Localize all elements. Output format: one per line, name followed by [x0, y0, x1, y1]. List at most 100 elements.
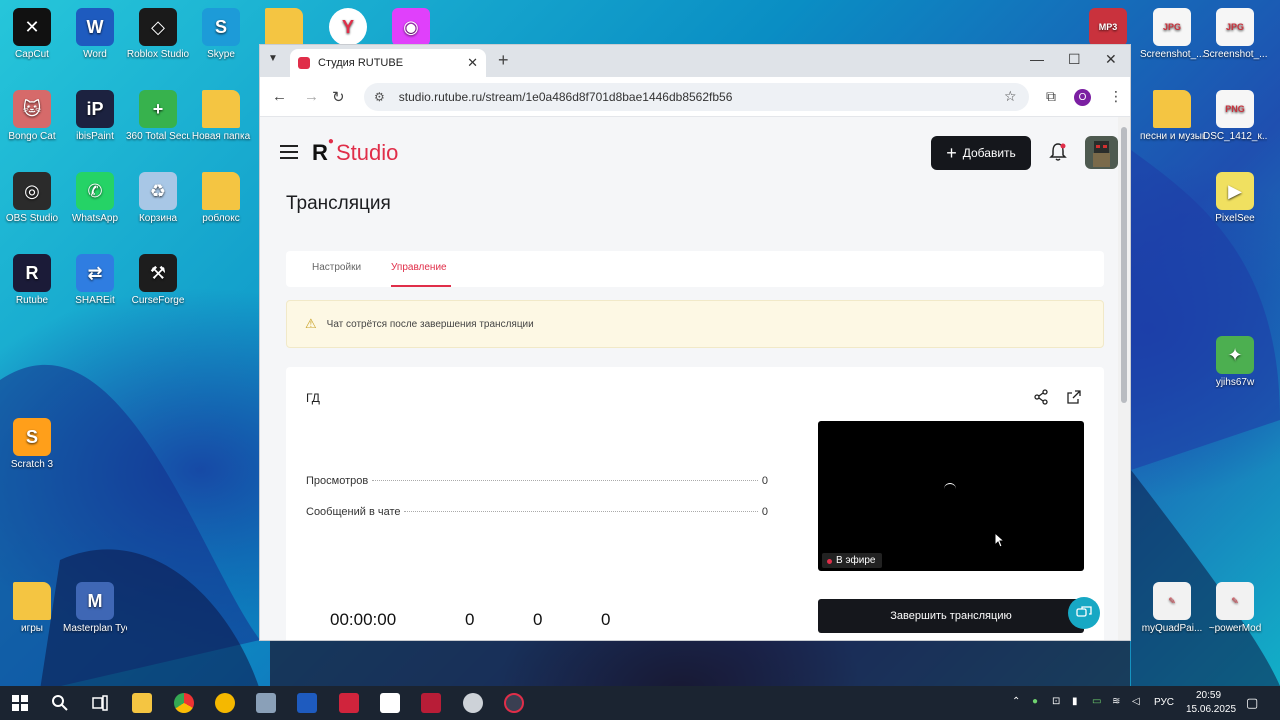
forward-icon[interactable]: →: [304, 88, 319, 105]
folder-icon: [202, 172, 240, 210]
wifi-icon[interactable]: ≋: [1112, 696, 1120, 707]
desktop-icon[interactable]: ✦ yjihs67w: [1203, 336, 1267, 389]
minimize-icon[interactable]: —: [1030, 51, 1044, 67]
end-stream-button[interactable]: Завершить трансляцию: [818, 599, 1084, 633]
close-window-icon[interactable]: ✕: [1105, 51, 1117, 68]
volume-icon[interactable]: ◁: [1132, 696, 1140, 707]
address-bar[interactable]: ⚙ studio.rutube.ru/stream/1e0a486d8f701d…: [364, 83, 1029, 111]
maximize-icon[interactable]: ☐: [1068, 51, 1081, 68]
profile-avatar[interactable]: O: [1074, 89, 1091, 106]
open-external-icon[interactable]: [1066, 389, 1082, 405]
colorful-app-icon: ◉: [392, 8, 430, 46]
desktop-icon[interactable]: +360 Total Security: [126, 90, 190, 143]
back-icon[interactable]: ←: [272, 88, 287, 105]
desktop-icon[interactable]: ✆ WhatsApp: [63, 172, 127, 225]
obs-taskbar-icon[interactable]: [504, 693, 524, 713]
word-icon: W: [76, 8, 114, 46]
desktop-icon[interactable]: ◇ Roblox Studio: [126, 8, 190, 61]
tray-usb-icon[interactable]: ▮: [1072, 696, 1078, 707]
add-button[interactable]: + Добавить: [931, 136, 1031, 170]
capcut-taskbar-icon[interactable]: [380, 693, 400, 713]
desktop-icon[interactable]: PNG DSC_1412_к...: [1203, 90, 1267, 143]
desktop-icon[interactable]: ◉: [379, 8, 443, 49]
chrome-icon[interactable]: [174, 693, 194, 713]
desktop-icon[interactable]: роблокс: [189, 172, 253, 225]
desktop-icon[interactable]: ▶ PixelSee: [1203, 172, 1267, 225]
rutube-studio-logo[interactable]: R●Studio: [312, 136, 398, 166]
desktop-icon[interactable]: песни и музыка: [1140, 90, 1204, 143]
clock-date[interactable]: 15.06.2025: [1186, 704, 1236, 715]
new-tab-icon[interactable]: +: [498, 50, 509, 71]
tab-search-icon[interactable]: ▼: [268, 53, 278, 64]
scrollbar-thumb[interactable]: [1121, 127, 1127, 403]
user-avatar[interactable]: [1085, 136, 1118, 169]
language-indicator[interactable]: РУС: [1154, 697, 1174, 708]
stream-preview-player[interactable]: В эфире: [818, 421, 1084, 571]
clock-time[interactable]: 20:59: [1196, 690, 1221, 701]
live-badge: В эфире: [822, 553, 882, 568]
file-explorer-icon[interactable]: [132, 693, 152, 713]
desktop-icon[interactable]: S Skype: [189, 8, 253, 61]
desktop-icon[interactable]: ✎ myQuadPai...: [1140, 582, 1204, 635]
desktop-icon[interactable]: M Masterplan Tycoon Fo...: [63, 582, 127, 635]
notifications-bell-icon[interactable]: [1048, 142, 1068, 162]
tab-management[interactable]: Управление: [391, 262, 447, 273]
word-taskbar-icon[interactable]: [297, 693, 317, 713]
desktop-icon[interactable]: JPG Screenshot_...: [1203, 8, 1267, 61]
logo-r: R: [312, 140, 328, 165]
menu-icon[interactable]: [280, 145, 298, 159]
settings-gear-icon[interactable]: [463, 693, 483, 713]
desktop-icon[interactable]: ✎ ~powerMod: [1203, 582, 1267, 635]
desktop-icon[interactable]: ✕ CapCut: [0, 8, 64, 61]
browser-menu-icon[interactable]: ⋮: [1109, 88, 1123, 105]
desktop-icon[interactable]: W Word: [63, 8, 127, 61]
page-scrollbar[interactable]: [1118, 117, 1130, 640]
views-stat: Просмотров 0: [306, 475, 768, 487]
desktop-icon[interactable]: Новая папка: [189, 90, 253, 143]
app-icon[interactable]: [256, 693, 276, 713]
desktop-icon[interactable]: JPG Screenshot_...: [1140, 8, 1204, 61]
extensions-icon[interactable]: ⧉: [1046, 88, 1056, 105]
studio-header: R●Studio + Добавить: [260, 117, 1120, 189]
tray-app-icon[interactable]: ●: [1032, 696, 1038, 707]
desktop-icon[interactable]: R Rutube: [0, 254, 64, 307]
desktop-icon[interactable]: [252, 8, 316, 49]
chat-messages-label: Сообщений в чате: [306, 506, 401, 518]
site-info-icon[interactable]: ⚙: [374, 90, 385, 104]
folder-icon: [265, 8, 303, 46]
task-view-icon[interactable]: [90, 693, 110, 713]
tray-network-icon[interactable]: ⊡: [1052, 696, 1060, 707]
desktop-icon-label: OBS Studio: [5, 213, 59, 224]
notifications-icon[interactable]: ▢: [1246, 695, 1258, 711]
desktop-icon[interactable]: MP3: [1076, 8, 1140, 49]
search-icon[interactable]: [50, 693, 70, 713]
support-chat-button[interactable]: [1068, 597, 1100, 629]
desktop-icon-label: Scratch 3: [10, 459, 54, 470]
browser-tab[interactable]: Студия RUTUBE ✕: [290, 49, 486, 77]
tray-chevron-icon[interactable]: ⌃: [1012, 696, 1020, 707]
desktop-icon[interactable]: 🐱 Bongo Cat: [0, 90, 64, 143]
desktop-icon[interactable]: ⚒ CurseForge: [126, 254, 190, 307]
close-tab-icon[interactable]: ✕: [467, 55, 478, 71]
desktop-icon[interactable]: ◎ OBS Studio: [0, 172, 64, 225]
adobe-icon[interactable]: [339, 693, 359, 713]
desktop-icon[interactable]: S Scratch 3: [0, 418, 64, 471]
jpg-file-icon: JPG: [1153, 8, 1191, 46]
tray-battery-icon[interactable]: ▭: [1092, 696, 1101, 707]
desktop-icon-label: Новая папка: [191, 131, 251, 142]
tab-settings[interactable]: Настройки: [312, 262, 361, 273]
desktop-icon[interactable]: Y: [316, 8, 380, 49]
warning-app-icon[interactable]: [215, 693, 235, 713]
windows-start-icon[interactable]: [10, 693, 30, 713]
yandex-browser-icon: Y: [329, 8, 367, 46]
share-icon[interactable]: [1033, 389, 1049, 405]
desktop-icon[interactable]: игры: [0, 582, 64, 635]
reload-icon[interactable]: ↻: [332, 88, 345, 106]
desktop-icon[interactable]: ♻ Корзина: [126, 172, 190, 225]
browser-window: ▼ Студия RUTUBE ✕ + — ☐ ✕ ← → ↻ ⚙ studio…: [259, 44, 1131, 641]
desktop-icon[interactable]: iP ibisPaint: [63, 90, 127, 143]
desktop-icon[interactable]: ⇄ SHAREit: [63, 254, 127, 307]
bookmark-star-icon[interactable]: ☆: [1004, 88, 1017, 105]
scratch-icon: S: [13, 418, 51, 456]
rutube-taskbar-icon[interactable]: [421, 693, 441, 713]
